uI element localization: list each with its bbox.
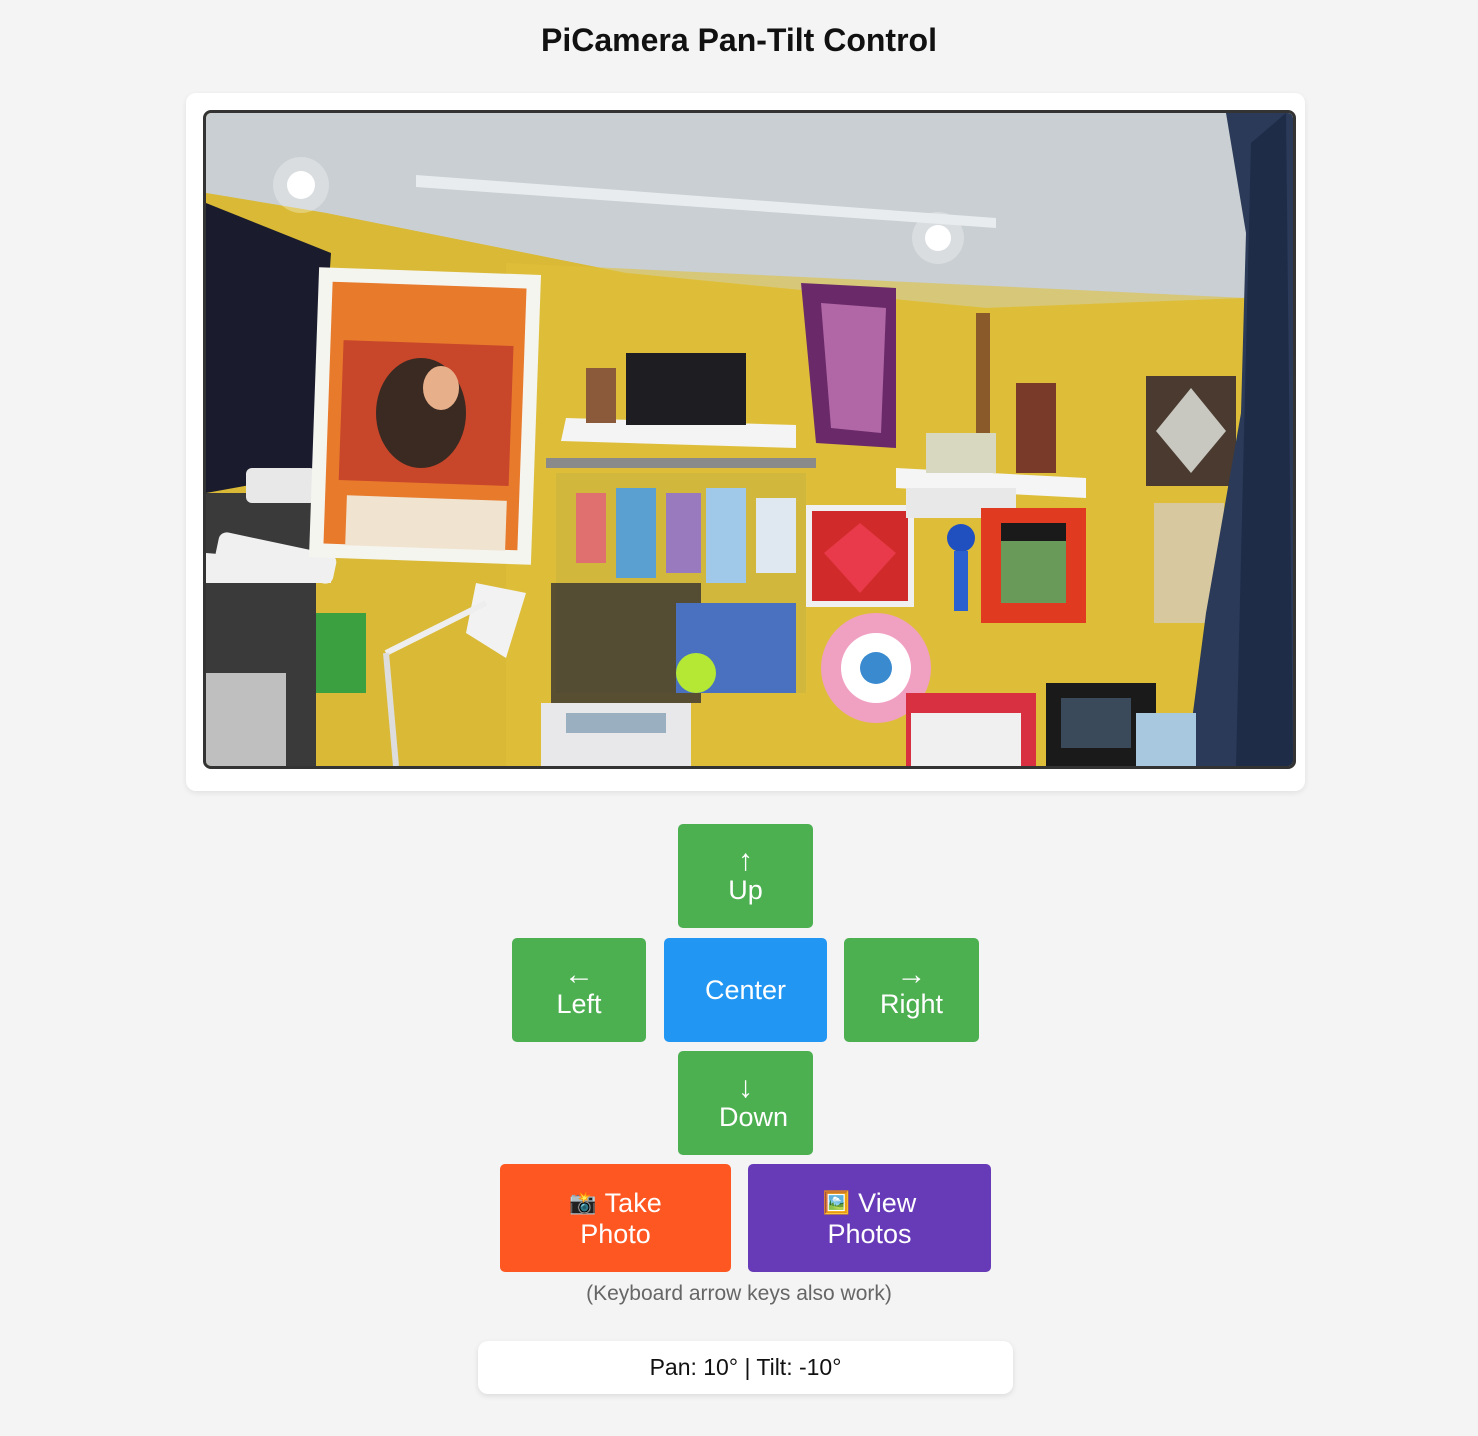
- camera-stream: [203, 110, 1296, 769]
- take-photo-line1: 📸 Take: [569, 1187, 661, 1219]
- take-photo-button[interactable]: 📸 Take Photo: [500, 1164, 731, 1272]
- view-photos-line1: 🖼️ View: [823, 1187, 916, 1219]
- pan-tilt-status: Pan: 10° | Tilt: -10°: [478, 1341, 1013, 1394]
- view-photos-button[interactable]: 🖼️ View Photos: [748, 1164, 991, 1272]
- right-button[interactable]: → Right: [844, 938, 979, 1042]
- take-photo-label-line1: Take: [604, 1187, 662, 1218]
- center-button-label: Center: [704, 974, 787, 1005]
- up-button[interactable]: ↑ Up: [678, 824, 813, 928]
- page-title: PiCamera Pan-Tilt Control: [541, 22, 937, 58]
- arrow-up-icon: ↑: [738, 843, 753, 877]
- keyboard-hint: (Keyboard arrow keys also work): [586, 1282, 892, 1305]
- arrow-down-icon: ↓: [738, 1070, 753, 1104]
- camera-stream-image: [206, 113, 1293, 766]
- down-button-label: Down: [718, 1101, 789, 1132]
- right-button-label: Right: [879, 988, 944, 1019]
- view-photos-label-line1: View: [858, 1187, 917, 1218]
- left-button-label: Left: [556, 988, 602, 1019]
- up-button-label: Up: [728, 874, 763, 905]
- down-button[interactable]: ↓ Down: [678, 1051, 813, 1155]
- take-photo-label-line2: Photo: [580, 1218, 651, 1249]
- view-photos-label-line2: Photos: [827, 1218, 912, 1249]
- arrow-right-icon: →: [896, 957, 927, 991]
- arrow-left-icon: ←: [564, 957, 594, 991]
- video-card: [186, 93, 1305, 791]
- left-button[interactable]: ← Left: [512, 938, 646, 1042]
- center-button[interactable]: Center: [664, 938, 827, 1042]
- picture-icon: 🖼️: [822, 1189, 851, 1215]
- camera-icon: 📸: [569, 1189, 597, 1215]
